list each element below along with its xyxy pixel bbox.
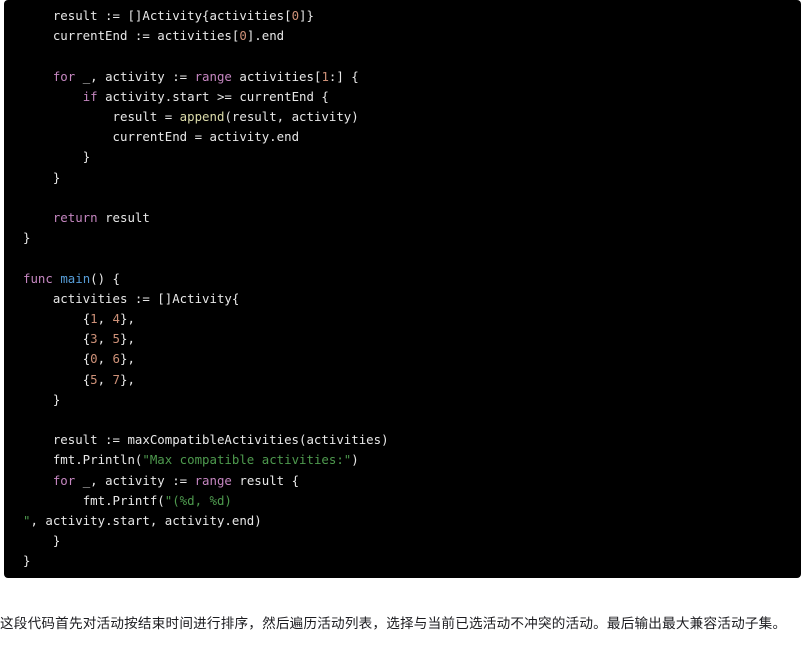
code-token-string: "(%d, %d) bbox=[164, 492, 232, 508]
code-line: result = append(result, activity) bbox=[23, 107, 801, 127]
code-token-number: 5 bbox=[112, 331, 121, 347]
code-token-identifier: _, activity := bbox=[75, 472, 195, 488]
code-token-identifier: }, bbox=[120, 311, 135, 327]
code-token-keyword: for bbox=[52, 68, 76, 84]
code-token-number: 6 bbox=[112, 351, 121, 367]
code-token-identifier: } bbox=[23, 230, 31, 246]
code-line: return result bbox=[23, 208, 801, 228]
code-token-number: 1 bbox=[321, 68, 329, 84]
code-token-number: 3 bbox=[90, 331, 98, 347]
code-token-number: 0 bbox=[239, 28, 247, 44]
code-line: {0, 6}, bbox=[23, 349, 801, 369]
code-token-keyword: return bbox=[52, 210, 98, 226]
code-line: } bbox=[23, 168, 801, 188]
page-root: result := []Activity{activities[0]} curr… bbox=[0, 0, 805, 649]
code-token-identifier: } bbox=[82, 149, 91, 165]
code-token-identifier: ]} bbox=[299, 8, 314, 23]
code-line: activities := []Activity{ bbox=[23, 289, 801, 309]
code-token-identifier: ) bbox=[351, 452, 359, 468]
code-token-identifier: activity.start >= currentEnd { bbox=[97, 88, 329, 104]
code-token-identifier: } bbox=[52, 391, 61, 407]
code-content[interactable]: result := []Activity{activities[0]} curr… bbox=[4, 0, 801, 572]
code-line: result := []Activity{activities[0]} bbox=[23, 6, 801, 26]
code-line: for _, activity := range result { bbox=[23, 471, 801, 491]
explanation-paragraph: 这段代码首先对活动按结束时间进行排序，然后遍历活动列表，选择与当前已选活动不冲突… bbox=[0, 615, 787, 632]
code-line: } bbox=[23, 147, 801, 167]
code-token-keyword: func bbox=[23, 270, 53, 286]
code-token-identifier: }, bbox=[120, 331, 135, 347]
code-line: {3, 5}, bbox=[23, 329, 801, 349]
code-token-number: 5 bbox=[90, 371, 98, 387]
code-line: if activity.start >= currentEnd { bbox=[23, 87, 801, 107]
code-token-number: 0 bbox=[90, 351, 98, 367]
code-token-identifier: fmt.Println( bbox=[52, 452, 143, 468]
code-token-identifier: currentEnd := activities[ bbox=[52, 28, 240, 44]
code-token-number: 7 bbox=[112, 371, 121, 387]
code-token-identifier: () { bbox=[90, 270, 120, 286]
code-token-identifier: , bbox=[97, 371, 113, 387]
code-token-identifier: currentEnd = activity.end bbox=[112, 129, 300, 145]
code-token-number: 4 bbox=[112, 311, 121, 327]
code-token-number: 1 bbox=[90, 311, 98, 327]
code-token-identifier: result = bbox=[112, 109, 180, 125]
code-token-function: main bbox=[60, 270, 91, 286]
code-line: } bbox=[23, 228, 801, 248]
code-line: } bbox=[23, 390, 801, 410]
code-token-identifier: } bbox=[23, 553, 31, 569]
code-line: {5, 7}, bbox=[23, 370, 801, 390]
code-token-identifier: result := []Activity{activities[ bbox=[52, 8, 292, 23]
code-token-number: 0 bbox=[291, 8, 300, 23]
code-line: } bbox=[23, 551, 801, 571]
code-token-identifier: , bbox=[97, 311, 113, 327]
code-token-keyword: for bbox=[52, 472, 76, 488]
code-token-identifier: }, bbox=[120, 351, 135, 367]
code-token-identifier: result := maxCompatibleActivities(activi… bbox=[52, 432, 389, 448]
code-line: {1, 4}, bbox=[23, 309, 801, 329]
code-token-identifier: , activity.start, activity.end) bbox=[30, 513, 262, 529]
code-line: } bbox=[23, 531, 801, 551]
code-line: currentEnd = activity.end bbox=[23, 127, 801, 147]
code-line: ", activity.start, activity.end) bbox=[23, 511, 801, 531]
code-token-keyword: if bbox=[82, 88, 98, 104]
code-token-identifier: } bbox=[52, 169, 61, 185]
code-token-identifier: fmt.Printf( bbox=[82, 492, 165, 508]
code-line: func main() { bbox=[23, 269, 801, 289]
code-token-builtin: append bbox=[179, 109, 225, 125]
code-block[interactable]: result := []Activity{activities[0]} curr… bbox=[4, 0, 801, 578]
code-token-identifier: ].end bbox=[246, 28, 285, 44]
code-token-identifier: (result, activity) bbox=[224, 109, 359, 125]
code-token-identifier: activities[ bbox=[231, 68, 322, 84]
code-line: fmt.Printf("(%d, %d) bbox=[23, 491, 801, 511]
code-token-identifier: result { bbox=[231, 472, 300, 488]
code-line: result := maxCompatibleActivities(activi… bbox=[23, 430, 801, 450]
code-token-string: "Max compatible activities:" bbox=[142, 452, 352, 468]
code-token-keyword: range bbox=[194, 472, 232, 488]
code-line: currentEnd := activities[0].end bbox=[23, 26, 801, 46]
code-line: for _, activity := range activities[1:] … bbox=[23, 67, 801, 87]
code-token-keyword: range bbox=[194, 68, 232, 84]
code-token-identifier: } bbox=[52, 533, 61, 549]
code-token-identifier: }, bbox=[120, 371, 135, 387]
code-token-identifier: activities := []Activity{ bbox=[52, 290, 240, 306]
code-token-identifier: , bbox=[97, 331, 113, 347]
code-token-identifier: , bbox=[97, 351, 113, 367]
code-token-identifier: result bbox=[97, 210, 150, 226]
code-token-identifier: :] { bbox=[328, 68, 359, 84]
code-line: fmt.Println("Max compatible activities:"… bbox=[23, 450, 801, 470]
code-token-identifier: _, activity := bbox=[75, 68, 195, 84]
